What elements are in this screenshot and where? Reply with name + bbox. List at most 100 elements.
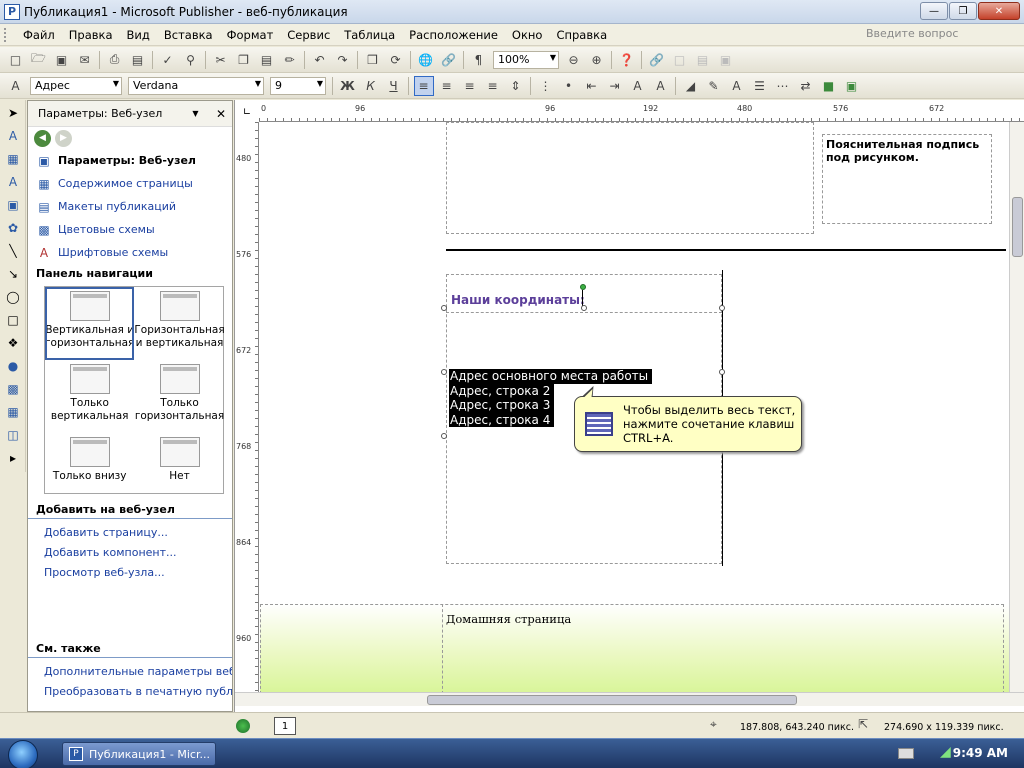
keyboard-icon[interactable]	[898, 748, 914, 759]
open-icon[interactable]: 🗁	[29, 50, 49, 70]
research-icon[interactable]: ⚲	[181, 50, 201, 70]
increase-font-icon[interactable]: A	[651, 76, 671, 96]
ruler-corner[interactable]: ∟	[235, 102, 259, 122]
redo-icon[interactable]: ↷	[333, 50, 353, 70]
rotate-handle[interactable]	[580, 284, 586, 290]
zoom-combo[interactable]: 100% ▼	[493, 50, 559, 69]
wordart-icon[interactable]: A	[3, 172, 23, 192]
taskpane-item-fonts[interactable]: A Шрифтовые схемы	[28, 241, 232, 264]
design-gallery-icon[interactable]: ◫	[3, 425, 23, 445]
minimize-button[interactable]: —	[920, 2, 948, 20]
close-icon[interactable]: ✕	[216, 107, 226, 121]
taskpane-item-layouts[interactable]: ▤ Макеты публикаций	[28, 195, 232, 218]
start-button[interactable]	[8, 740, 38, 768]
nav-option-bottom-only[interactable]: Только внизу	[45, 433, 134, 493]
font-size-combo[interactable]: 9 ▼	[270, 76, 326, 95]
html-fragment-icon[interactable]: ▦	[3, 402, 23, 422]
bring-forward-icon[interactable]: ❒	[363, 50, 383, 70]
align-right-icon[interactable]: ≡	[460, 76, 480, 96]
autoshapes-icon[interactable]: ❖	[3, 333, 23, 353]
menu-edit[interactable]: Правка	[62, 24, 120, 46]
format-painter-icon[interactable]: ✏	[280, 50, 300, 70]
add-page-link[interactable]: Добавить страницу...	[28, 523, 232, 543]
help-icon[interactable]: ❓	[617, 50, 637, 70]
print-preview-icon[interactable]: ▤	[128, 50, 148, 70]
nav-option-vertical-only[interactable]: Только вертикальная	[45, 360, 134, 433]
styles-icon[interactable]: A	[6, 76, 26, 96]
contacts-heading[interactable]: Наши координаты:	[451, 293, 585, 307]
select-icon[interactable]: ➤	[3, 103, 23, 123]
vertical-scrollbar[interactable]	[1009, 122, 1024, 692]
preview-site-link[interactable]: Просмотр веб-узла...	[28, 563, 232, 583]
zoom-out-icon[interactable]: ⊖	[564, 50, 584, 70]
arrow-icon[interactable]: ↘	[3, 264, 23, 284]
undo-icon[interactable]: ↶	[310, 50, 330, 70]
zoom-in-icon[interactable]: ⊕	[587, 50, 607, 70]
cut-icon[interactable]: ✂	[211, 50, 231, 70]
rotate-icon[interactable]: ⟳	[386, 50, 406, 70]
copy-icon[interactable]: ❐	[234, 50, 254, 70]
paste-icon[interactable]: ▤	[257, 50, 277, 70]
picture-frame[interactable]	[446, 122, 814, 234]
form-control-icon[interactable]: ▩	[3, 379, 23, 399]
vertical-scroll-thumb[interactable]	[1012, 197, 1023, 257]
spelling-icon[interactable]: ✓	[158, 50, 178, 70]
add-component-link[interactable]: Добавить компонент...	[28, 543, 232, 563]
horizontal-scroll-thumb[interactable]	[427, 695, 797, 705]
hyperlink-icon[interactable]: 🔗	[439, 50, 459, 70]
clip-art-icon[interactable]: ✿	[3, 218, 23, 238]
fill-color-icon[interactable]: ◢	[681, 76, 701, 96]
print-icon[interactable]: ⎙	[105, 50, 125, 70]
hot-spot-icon[interactable]: ●	[3, 356, 23, 376]
menu-insert[interactable]: Вставка	[157, 24, 220, 46]
text-box-icon[interactable]: A	[3, 126, 23, 146]
decrease-indent-icon[interactable]: ⇤	[582, 76, 602, 96]
publication-page[interactable]: Пояснительная подпись под рисунком. Наши…	[260, 122, 1010, 692]
menu-tools[interactable]: Сервис	[280, 24, 337, 46]
clock[interactable]: 9:49 AM	[953, 746, 1008, 760]
pilcrow-icon[interactable]: ¶	[469, 50, 489, 70]
picture-caption[interactable]: Пояснительная подпись под рисунком.	[824, 136, 990, 166]
resize-handle[interactable]	[441, 305, 447, 311]
convert-to-print-link[interactable]: Преобразовать в печатную публикацию	[28, 682, 232, 702]
font-color-icon[interactable]: A	[727, 76, 747, 96]
rectangle-icon[interactable]: □	[3, 310, 23, 330]
maximize-button[interactable]: ❐	[949, 2, 977, 20]
menu-file[interactable]: Файл	[16, 24, 62, 46]
horizontal-ruler[interactable]: 0 96 96 192 480 576 672	[259, 102, 1024, 122]
grip-handle[interactable]	[4, 27, 10, 42]
numbering-icon[interactable]: ⋮	[536, 76, 556, 96]
vertical-ruler[interactable]: 480 576 672 768 864 960	[235, 122, 259, 692]
menu-view[interactable]: Вид	[120, 24, 157, 46]
bold-button[interactable]: Ж	[338, 76, 358, 96]
arrow-style-icon[interactable]: ⇄	[796, 76, 816, 96]
resize-handle[interactable]	[441, 369, 447, 375]
underline-button[interactable]: Ч	[384, 76, 404, 96]
italic-button[interactable]: К	[361, 76, 381, 96]
chevron-down-icon[interactable]: ▼	[192, 109, 198, 118]
picture-icon[interactable]: ▣	[3, 195, 23, 215]
home-page-link[interactable]: Домашняя страница	[446, 612, 571, 626]
footer-frame[interactable]	[260, 604, 1004, 692]
line-style-icon[interactable]: ☰	[750, 76, 770, 96]
resize-handle[interactable]	[441, 433, 447, 439]
horizontal-scrollbar[interactable]	[235, 692, 1024, 706]
web-globe-icon[interactable]	[236, 719, 250, 733]
nav-option-vertical-horizontal[interactable]: Вертикальная и горизонтальная	[45, 287, 135, 360]
nav-option-none[interactable]: Нет	[134, 433, 224, 493]
close-button[interactable]: ✕	[978, 2, 1020, 20]
decrease-font-icon[interactable]: A	[628, 76, 648, 96]
taskpane-item-options[interactable]: ▣ Параметры: Веб-узел	[28, 149, 232, 172]
oval-icon[interactable]: ◯	[3, 287, 23, 307]
page-navigator[interactable]: 1	[274, 717, 296, 735]
taskpane-item-content[interactable]: ▦ Содержимое страницы	[28, 172, 232, 195]
taskpane-item-colors[interactable]: ▩ Цветовые схемы	[28, 218, 232, 241]
bullets-icon[interactable]: •	[559, 76, 579, 96]
table-icon[interactable]: ▦	[3, 149, 23, 169]
style-combo[interactable]: Адрес ▼	[30, 76, 122, 95]
line-icon[interactable]: ╲	[3, 241, 23, 261]
menu-window[interactable]: Окно	[505, 24, 550, 46]
line-color-icon[interactable]: ✎	[704, 76, 724, 96]
line-spacing-icon[interactable]: ⇕	[506, 76, 526, 96]
nav-option-horizontal-only[interactable]: Только горизонтальная	[134, 360, 224, 433]
